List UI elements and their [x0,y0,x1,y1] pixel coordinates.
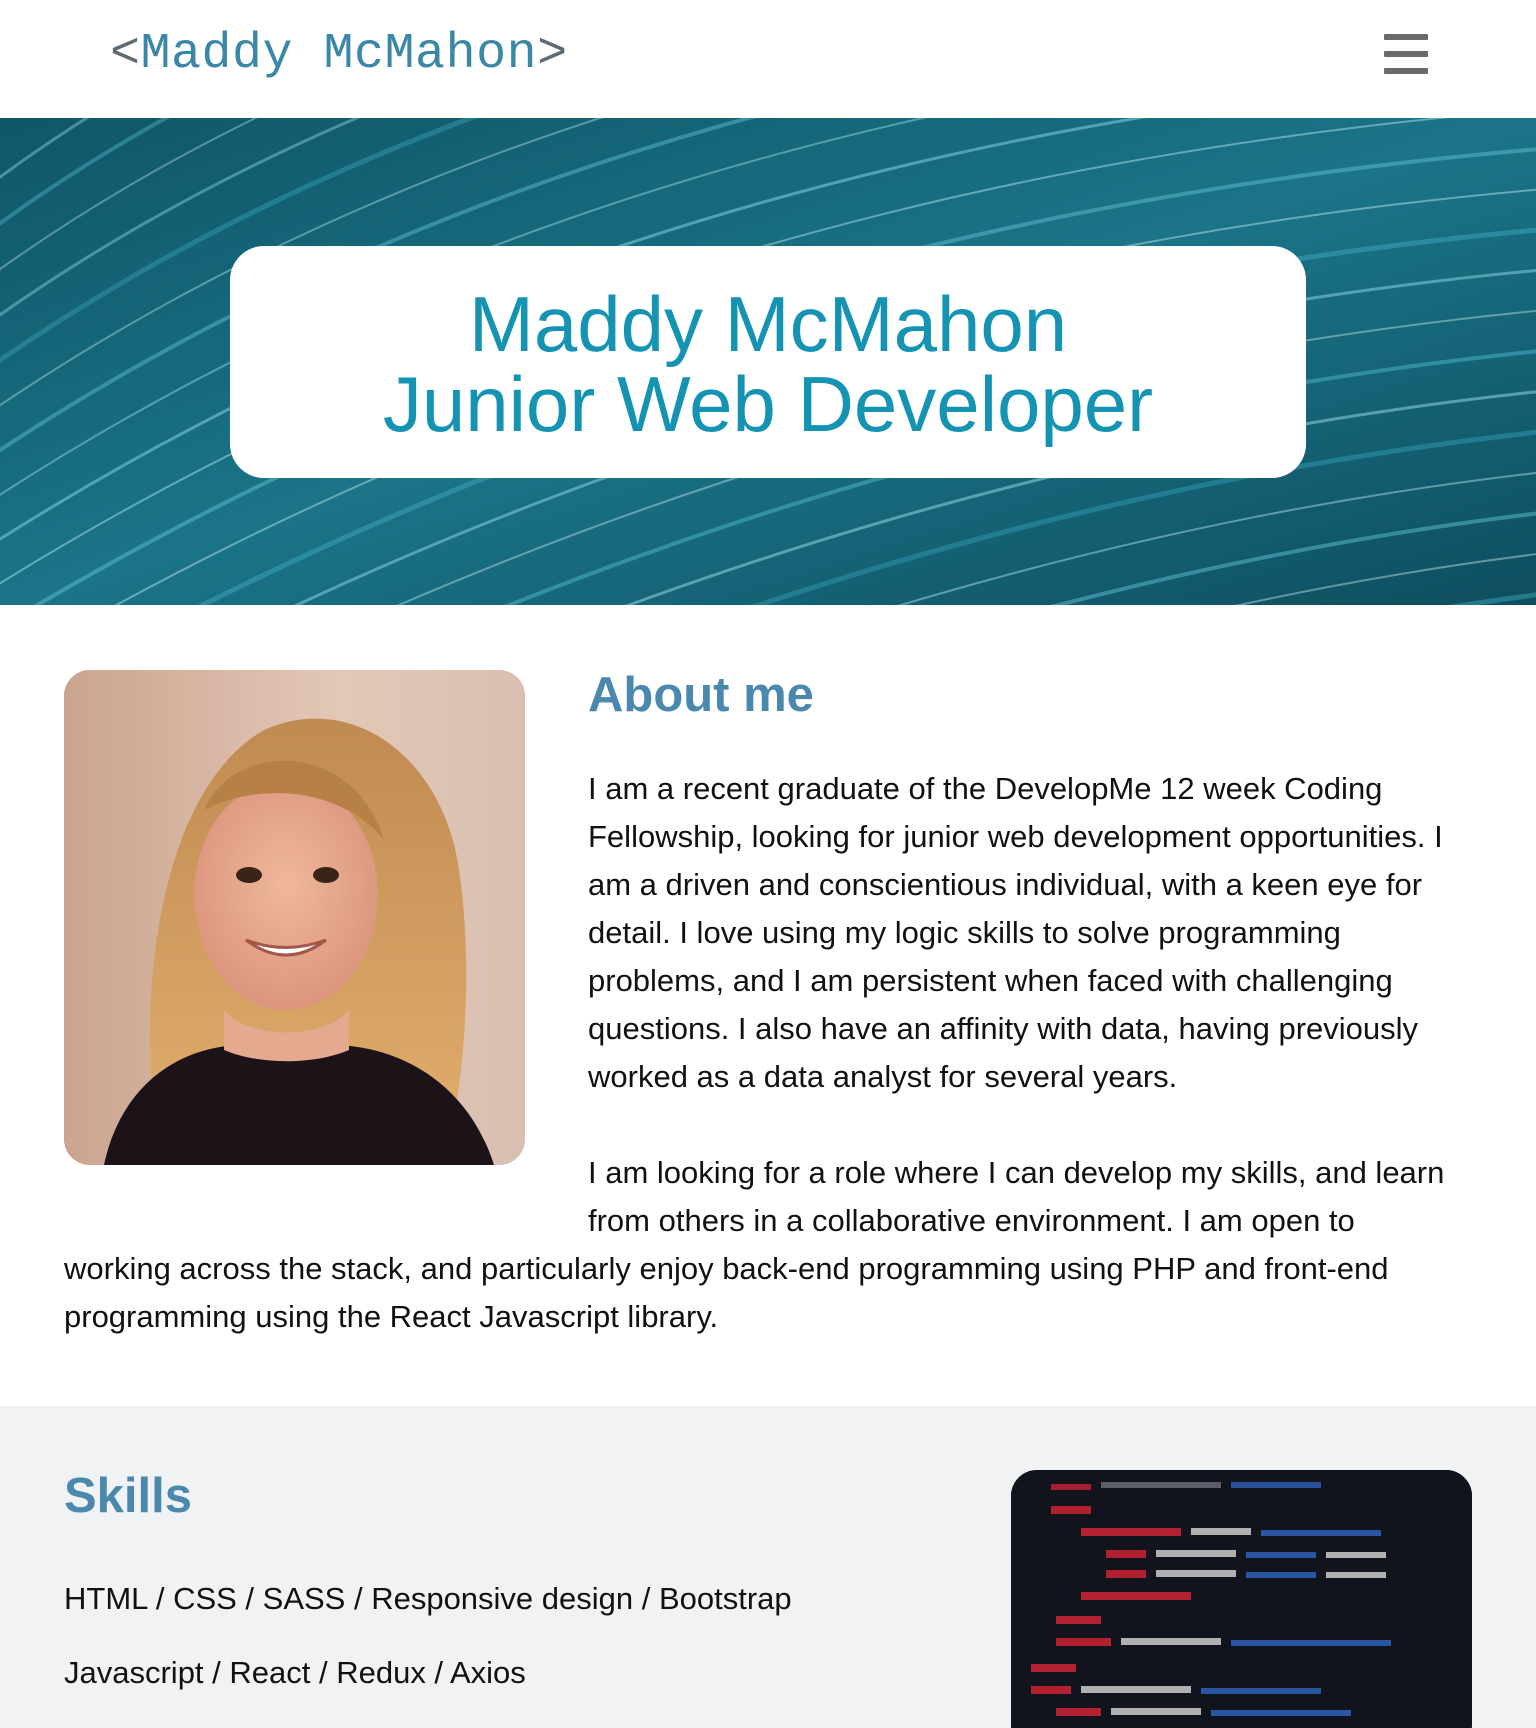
menu-bar [1384,51,1428,57]
about-paragraph-2-part-b: working across the stack, and particular… [64,1251,1389,1334]
about-section: About me I am a recent graduate of the D… [0,605,1536,1406]
code-lines-illustration [1011,1470,1472,1728]
site-header: <Maddy McMahon> [0,0,1536,118]
skills-line-2: Javascript / React / Redux / Axios [64,1655,526,1690]
skills-heading: Skills [64,1469,193,1523]
hero-name: Maddy McMahon [468,280,1068,368]
about-paragraph-2: I am looking for a role where I can deve… [64,1149,1474,1341]
hero-role: Junior Web Developer [382,360,1154,448]
about-paragraph-1: I am a recent graduate of the DevelopMe … [588,771,1443,1094]
about-body: I am a recent graduate of the DevelopMe … [64,765,1474,1341]
logo-name: Maddy McMahon [140,26,538,83]
menu-bar [1384,34,1428,40]
about-heading: About me [588,668,814,722]
code-screenshot-image [1011,1470,1472,1728]
logo-close-bracket: > [537,26,568,83]
about-paragraph-2-part-a: I am looking for a role where I can deve… [588,1155,1445,1238]
hamburger-menu-icon[interactable] [1384,34,1428,74]
hero-banner: Maddy McMahon Junior Web Developer [0,118,1536,605]
site-logo[interactable]: <Maddy McMahon> [110,26,568,83]
menu-bar [1384,68,1428,74]
skills-section: Skills HTML / CSS / SASS / Responsive de… [0,1406,1536,1728]
hero-title-card: Maddy McMahon Junior Web Developer [230,246,1306,478]
skills-line-1: HTML / CSS / SASS / Responsive design / … [64,1581,792,1616]
logo-open-bracket: < [110,26,141,83]
